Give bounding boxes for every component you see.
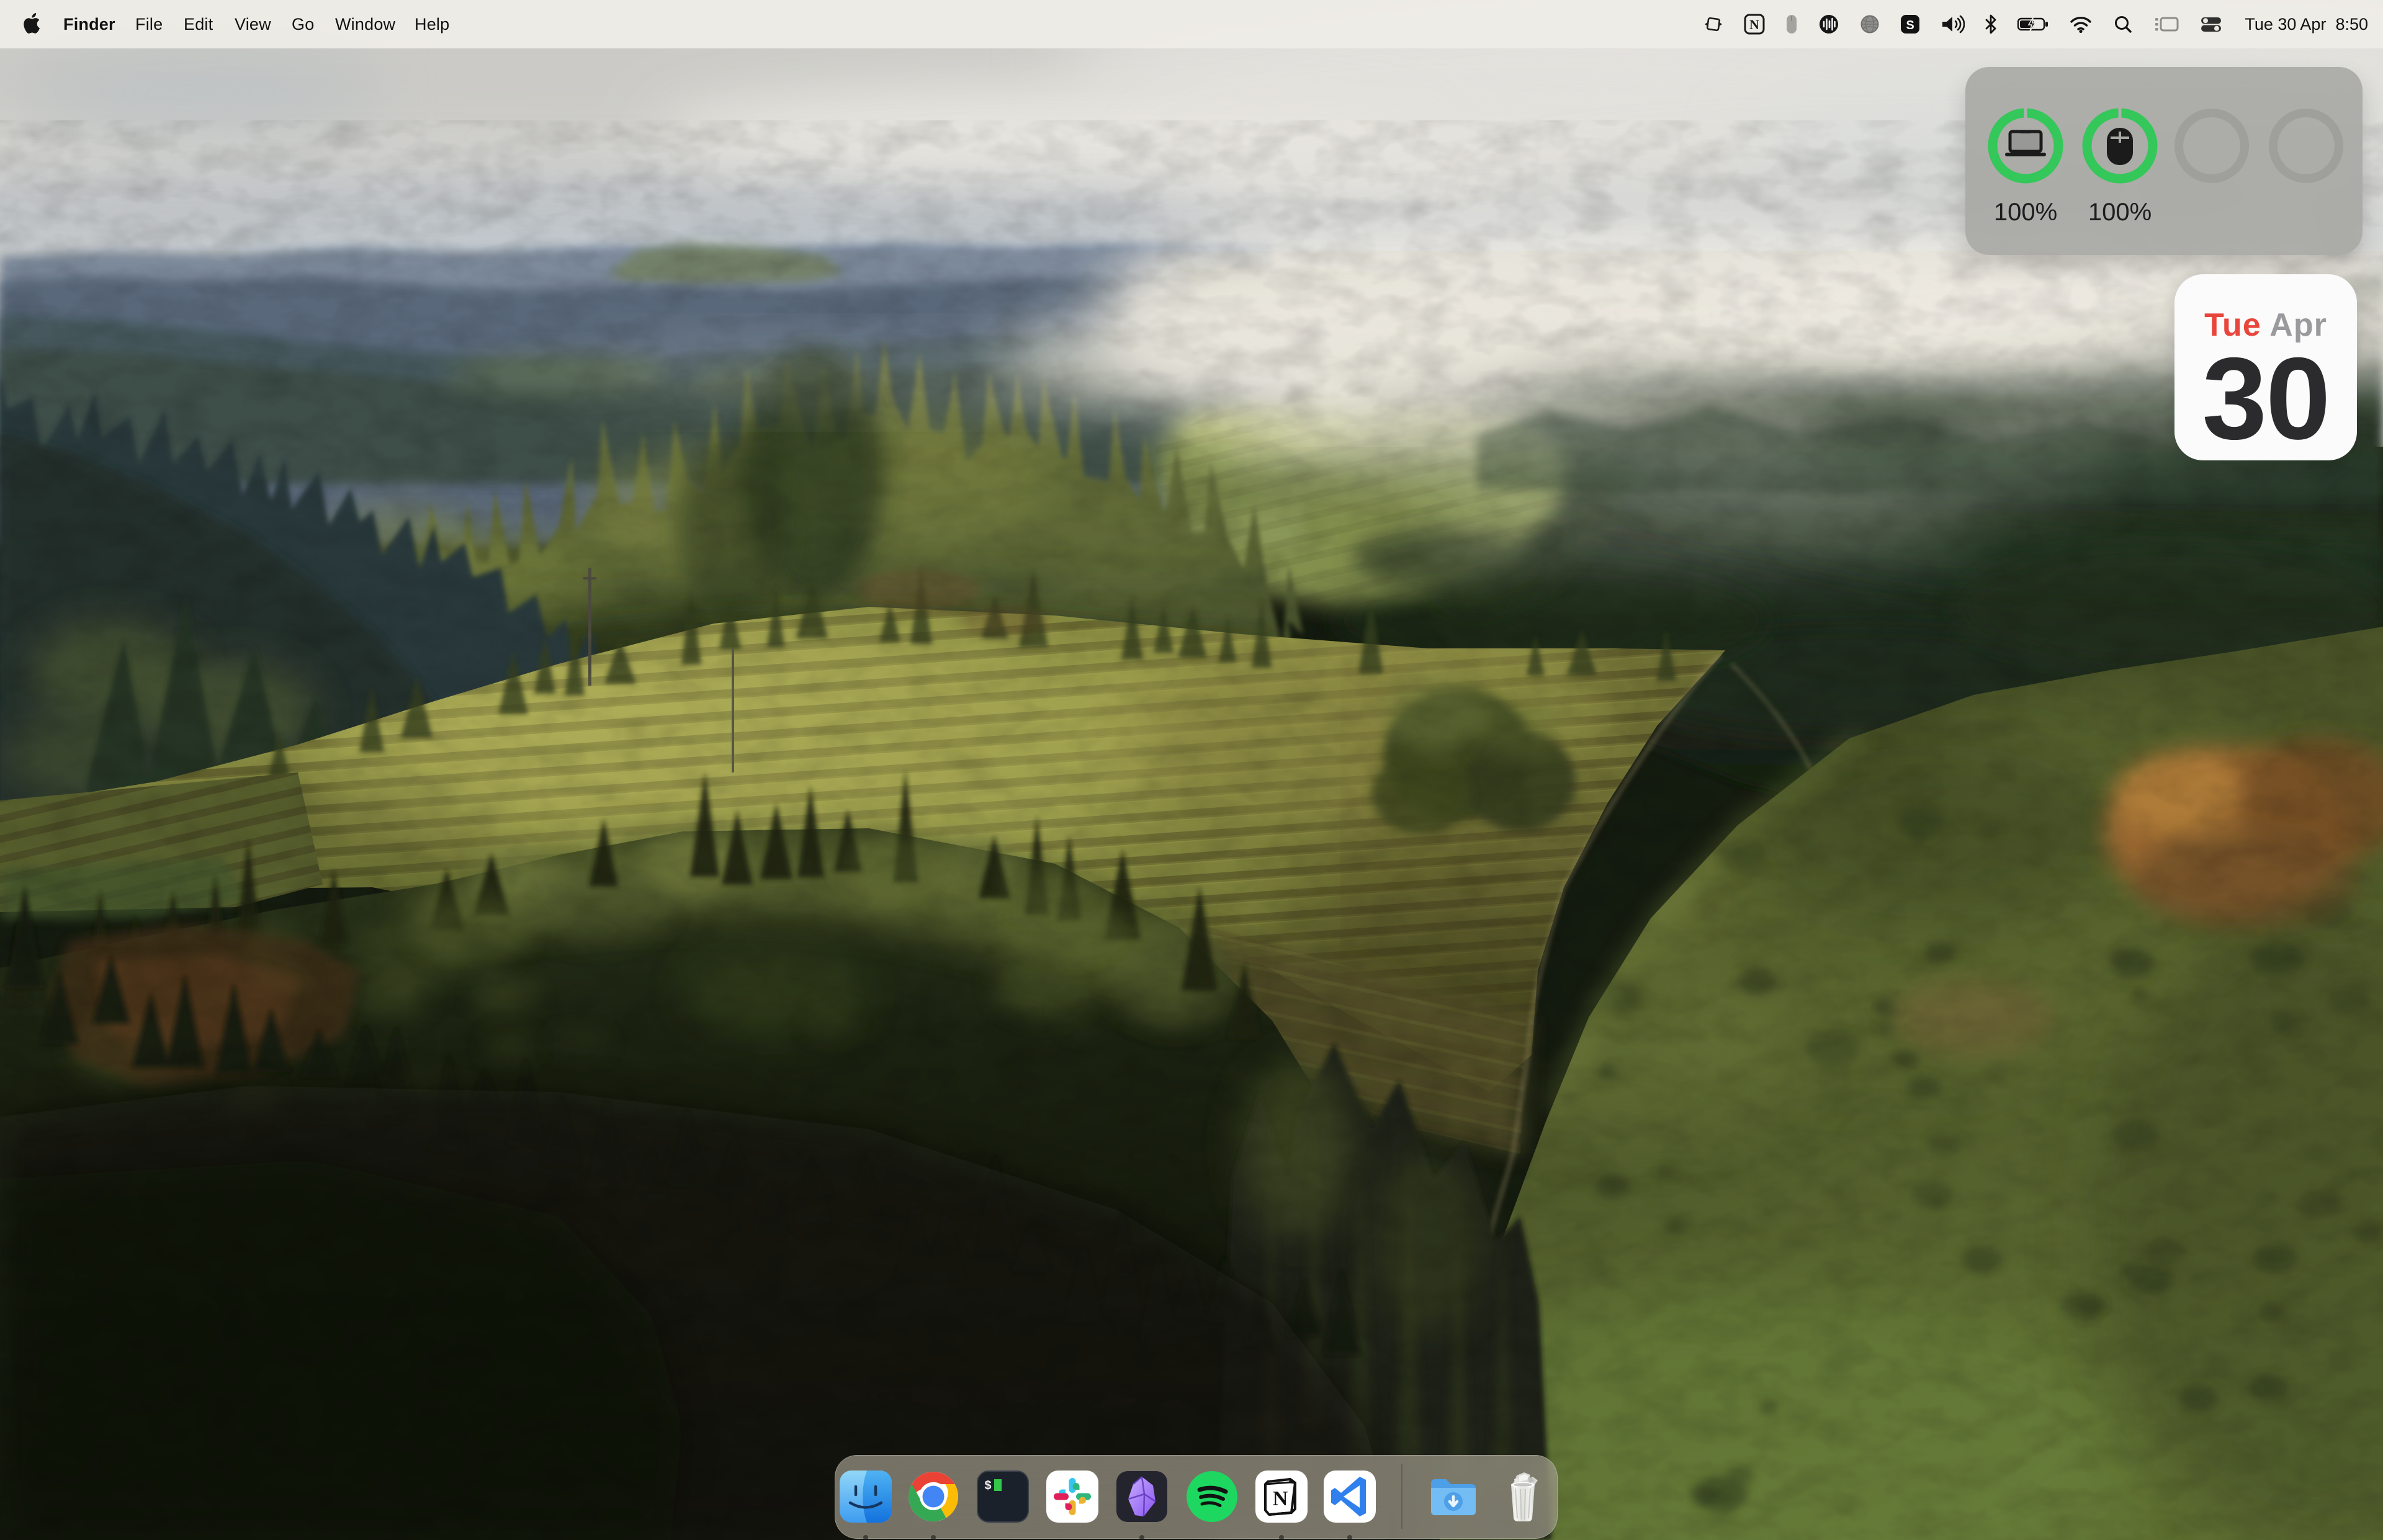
svg-text:N: N — [1273, 1487, 1288, 1510]
svg-text:$: $ — [984, 1479, 992, 1493]
svg-text:100%: 100% — [2088, 199, 2152, 226]
svg-text:100%: 100% — [1994, 199, 2057, 226]
svg-text:S: S — [1906, 19, 1914, 32]
svg-text:N: N — [1749, 17, 1759, 32]
